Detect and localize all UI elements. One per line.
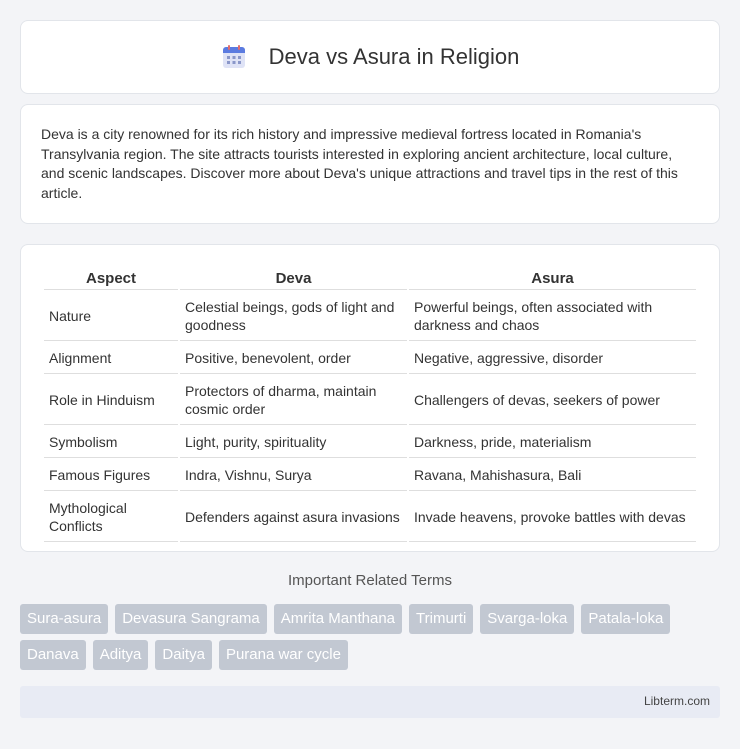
term-tag[interactable]: Svarga-loka: [480, 604, 575, 634]
cell-aspect: Alignment: [44, 343, 178, 374]
table-row: Alignment Positive, benevolent, order Ne…: [44, 343, 696, 374]
related-terms-title: Important Related Terms: [288, 572, 452, 589]
term-tag[interactable]: Amrita Manthana: [273, 604, 403, 634]
term-tag[interactable]: Aditya: [92, 640, 149, 670]
cell-deva: Indra, Vishnu, Surya: [180, 460, 407, 491]
related-terms-list: Sura-asura Devasura Sangrama Amrita Mant…: [20, 604, 720, 670]
cell-aspect: Famous Figures: [44, 460, 178, 491]
calendar-icon: [221, 44, 247, 70]
header-card: Deva vs Asura in Religion: [20, 20, 720, 94]
header-aspect: Aspect: [44, 267, 178, 290]
intro-card: Deva is a city renowned for its rich his…: [20, 104, 720, 224]
term-tag[interactable]: Purana war cycle: [218, 640, 348, 670]
header-asura: Asura: [409, 267, 696, 290]
cell-deva: Light, purity, spirituality: [180, 427, 407, 458]
term-tag[interactable]: Danava: [20, 640, 86, 670]
table-row: Role in Hinduism Protectors of dharma, m…: [44, 376, 696, 425]
table-row: Famous Figures Indra, Vishnu, Surya Rava…: [44, 460, 696, 491]
header-deva: Deva: [180, 267, 407, 290]
term-tag[interactable]: Sura-asura: [20, 604, 109, 634]
cell-asura: Ravana, Mahishasura, Bali: [409, 460, 696, 491]
cell-asura: Powerful beings, often associated with d…: [409, 292, 696, 341]
page-title: Deva vs Asura in Religion: [268, 44, 520, 69]
cell-aspect: Mythological Conflicts: [44, 493, 178, 542]
comparison-table: Aspect Deva Asura Nature Celestial being…: [42, 265, 698, 544]
footer: Libterm.com: [20, 686, 720, 718]
term-tag[interactable]: Devasura Sangrama: [115, 604, 267, 634]
table-row: Mythological Conflicts Defenders against…: [44, 493, 696, 542]
term-tag[interactable]: Patala-loka: [581, 604, 671, 634]
cell-aspect: Symbolism: [44, 427, 178, 458]
cell-deva: Positive, benevolent, order: [180, 343, 407, 374]
table-row: Nature Celestial beings, gods of light a…: [44, 292, 696, 341]
cell-aspect: Nature: [44, 292, 178, 341]
table-row: Symbolism Light, purity, spirituality Da…: [44, 427, 696, 458]
cell-asura: Darkness, pride, materialism: [409, 427, 696, 458]
term-tag[interactable]: Daitya: [155, 640, 212, 670]
table-header-row: Aspect Deva Asura: [44, 267, 696, 290]
cell-deva: Protectors of dharma, maintain cosmic or…: [180, 376, 407, 425]
cell-asura: Challengers of devas, seekers of power: [409, 376, 696, 425]
comparison-card: Aspect Deva Asura Nature Celestial being…: [20, 244, 720, 552]
cell-asura: Invade heavens, provoke battles with dev…: [409, 493, 696, 542]
intro-text: Deva is a city renowned for its rich his…: [41, 126, 678, 201]
cell-aspect: Role in Hinduism: [44, 376, 178, 425]
cell-asura: Negative, aggressive, disorder: [409, 343, 696, 374]
term-tag[interactable]: Trimurti: [409, 604, 474, 634]
footer-site-link[interactable]: Libterm.com: [644, 694, 710, 708]
cell-deva: Defenders against asura invasions: [180, 493, 407, 542]
cell-deva: Celestial beings, gods of light and good…: [180, 292, 407, 341]
